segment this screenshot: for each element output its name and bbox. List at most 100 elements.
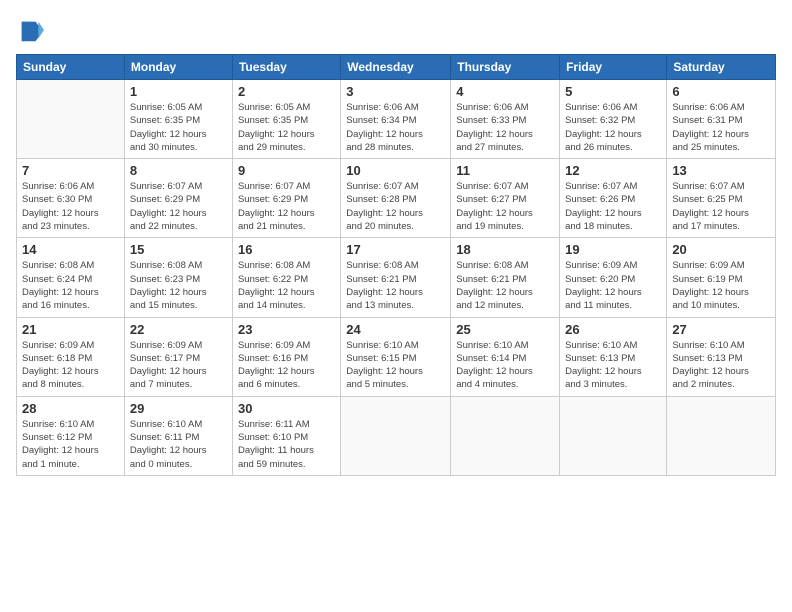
calendar-cell <box>451 396 560 475</box>
logo-icon <box>16 16 44 44</box>
day-info: Sunrise: 6:07 AM Sunset: 6:27 PM Dayligh… <box>456 180 554 233</box>
day-info: Sunrise: 6:09 AM Sunset: 6:19 PM Dayligh… <box>672 259 770 312</box>
calendar-cell: 14 Sunrise: 6:08 AM Sunset: 6:24 PM Dayli… <box>17 238 125 317</box>
day-info: Sunrise: 6:09 AM Sunset: 6:17 PM Dayligh… <box>130 339 227 392</box>
day-number: 27 <box>672 322 770 337</box>
day-info: Sunrise: 6:10 AM Sunset: 6:15 PM Dayligh… <box>346 339 445 392</box>
calendar-cell: 15 Sunrise: 6:08 AM Sunset: 6:23 PM Dayli… <box>124 238 232 317</box>
day-number: 3 <box>346 84 445 99</box>
day-info: Sunrise: 6:07 AM Sunset: 6:28 PM Dayligh… <box>346 180 445 233</box>
calendar-cell: 28 Sunrise: 6:10 AM Sunset: 6:12 PM Dayli… <box>17 396 125 475</box>
calendar: SundayMondayTuesdayWednesdayThursdayFrid… <box>16 54 776 476</box>
calendar-cell: 17 Sunrise: 6:08 AM Sunset: 6:21 PM Dayli… <box>341 238 451 317</box>
day-number: 1 <box>130 84 227 99</box>
calendar-cell: 6 Sunrise: 6:06 AM Sunset: 6:31 PM Daylig… <box>667 80 776 159</box>
day-number: 9 <box>238 163 335 178</box>
col-header-friday: Friday <box>560 55 667 80</box>
day-info: Sunrise: 6:07 AM Sunset: 6:25 PM Dayligh… <box>672 180 770 233</box>
logo <box>16 16 46 44</box>
day-info: Sunrise: 6:09 AM Sunset: 6:16 PM Dayligh… <box>238 339 335 392</box>
col-header-saturday: Saturday <box>667 55 776 80</box>
calendar-cell: 21 Sunrise: 6:09 AM Sunset: 6:18 PM Dayli… <box>17 317 125 396</box>
day-number: 4 <box>456 84 554 99</box>
calendar-cell: 25 Sunrise: 6:10 AM Sunset: 6:14 PM Dayli… <box>451 317 560 396</box>
calendar-cell <box>17 80 125 159</box>
calendar-cell <box>667 396 776 475</box>
day-info: Sunrise: 6:07 AM Sunset: 6:29 PM Dayligh… <box>238 180 335 233</box>
day-number: 14 <box>22 242 119 257</box>
day-number: 5 <box>565 84 661 99</box>
calendar-cell: 5Sunrise: 6:06 AM Sunset: 6:32 PM Daylig… <box>560 80 667 159</box>
day-info: Sunrise: 6:10 AM Sunset: 6:14 PM Dayligh… <box>456 339 554 392</box>
day-info: Sunrise: 6:08 AM Sunset: 6:23 PM Dayligh… <box>130 259 227 312</box>
day-number: 26 <box>565 322 661 337</box>
calendar-cell <box>560 396 667 475</box>
calendar-week-row: 28 Sunrise: 6:10 AM Sunset: 6:12 PM Dayli… <box>17 396 776 475</box>
day-number: 8 <box>130 163 227 178</box>
day-info: Sunrise: 6:08 AM Sunset: 6:24 PM Dayligh… <box>22 259 119 312</box>
calendar-cell: 2 Sunrise: 6:05 AM Sunset: 6:35 PM Daylig… <box>232 80 340 159</box>
calendar-cell: 20 Sunrise: 6:09 AM Sunset: 6:19 PM Dayli… <box>667 238 776 317</box>
day-number: 6 <box>672 84 770 99</box>
day-info: Sunrise: 6:07 AM Sunset: 6:29 PM Dayligh… <box>130 180 227 233</box>
calendar-cell <box>341 396 451 475</box>
calendar-cell: 8 Sunrise: 6:07 AM Sunset: 6:29 PM Daylig… <box>124 159 232 238</box>
day-info: Sunrise: 6:08 AM Sunset: 6:21 PM Dayligh… <box>346 259 445 312</box>
day-number: 12 <box>565 163 661 178</box>
day-number: 18 <box>456 242 554 257</box>
day-info: Sunrise: 6:10 AM Sunset: 6:12 PM Dayligh… <box>22 418 119 471</box>
calendar-cell: 23 Sunrise: 6:09 AM Sunset: 6:16 PM Dayli… <box>232 317 340 396</box>
calendar-cell: 1Sunrise: 6:05 AM Sunset: 6:35 PM Daylig… <box>124 80 232 159</box>
day-number: 28 <box>22 401 119 416</box>
day-number: 7 <box>22 163 119 178</box>
col-header-sunday: Sunday <box>17 55 125 80</box>
day-number: 17 <box>346 242 445 257</box>
day-info: Sunrise: 6:08 AM Sunset: 6:21 PM Dayligh… <box>456 259 554 312</box>
day-info: Sunrise: 6:06 AM Sunset: 6:31 PM Dayligh… <box>672 101 770 154</box>
day-number: 15 <box>130 242 227 257</box>
calendar-cell: 24Sunrise: 6:10 AM Sunset: 6:15 PM Dayli… <box>341 317 451 396</box>
page: SundayMondayTuesdayWednesdayThursdayFrid… <box>0 0 792 612</box>
day-number: 16 <box>238 242 335 257</box>
calendar-week-row: 1 Sunrise: 6:05 AM Sunset: 6:35 PM Daylig… <box>17 80 776 159</box>
calendar-cell: 3 Sunrise: 6:06 AM Sunset: 6:34 PM Daylig… <box>341 80 451 159</box>
calendar-header-row: SundayMondayTuesdayWednesdayThursdayFrid… <box>17 55 776 80</box>
col-header-monday: Monday <box>124 55 232 80</box>
day-info: Sunrise: 6:11 AM Sunset: 6:10 PM Dayligh… <box>238 418 335 471</box>
day-info: Sunrise: 6:06 AM Sunset: 6:34 PM Dayligh… <box>346 101 445 154</box>
col-header-tuesday: Tuesday <box>232 55 340 80</box>
calendar-cell: 26Sunrise: 6:10 AM Sunset: 6:13 PM Dayli… <box>560 317 667 396</box>
calendar-cell: 13 Sunrise: 6:07 AM Sunset: 6:25 PM Dayli… <box>667 159 776 238</box>
day-info: Sunrise: 6:10 AM Sunset: 6:11 PM Dayligh… <box>130 418 227 471</box>
day-number: 23 <box>238 322 335 337</box>
calendar-week-row: 7Sunrise: 6:06 AM Sunset: 6:30 PM Daylig… <box>17 159 776 238</box>
day-number: 2 <box>238 84 335 99</box>
col-header-wednesday: Wednesday <box>341 55 451 80</box>
header <box>16 16 776 44</box>
calendar-cell: 10 Sunrise: 6:07 AM Sunset: 6:28 PM Dayli… <box>341 159 451 238</box>
calendar-week-row: 21 Sunrise: 6:09 AM Sunset: 6:18 PM Dayli… <box>17 317 776 396</box>
calendar-cell: 9 Sunrise: 6:07 AM Sunset: 6:29 PM Daylig… <box>232 159 340 238</box>
day-info: Sunrise: 6:05 AM Sunset: 6:35 PM Dayligh… <box>238 101 335 154</box>
calendar-cell: 27 Sunrise: 6:10 AM Sunset: 6:13 PM Dayli… <box>667 317 776 396</box>
day-info: Sunrise: 6:07 AM Sunset: 6:26 PM Dayligh… <box>565 180 661 233</box>
col-header-thursday: Thursday <box>451 55 560 80</box>
calendar-cell: 16 Sunrise: 6:08 AM Sunset: 6:22 PM Dayli… <box>232 238 340 317</box>
day-info: Sunrise: 6:10 AM Sunset: 6:13 PM Dayligh… <box>672 339 770 392</box>
day-number: 21 <box>22 322 119 337</box>
calendar-cell: 7Sunrise: 6:06 AM Sunset: 6:30 PM Daylig… <box>17 159 125 238</box>
day-info: Sunrise: 6:06 AM Sunset: 6:33 PM Dayligh… <box>456 101 554 154</box>
day-number: 13 <box>672 163 770 178</box>
day-info: Sunrise: 6:09 AM Sunset: 6:18 PM Dayligh… <box>22 339 119 392</box>
day-info: Sunrise: 6:09 AM Sunset: 6:20 PM Dayligh… <box>565 259 661 312</box>
calendar-cell: 12 Sunrise: 6:07 AM Sunset: 6:26 PM Dayli… <box>560 159 667 238</box>
calendar-cell: 18 Sunrise: 6:08 AM Sunset: 6:21 PM Dayli… <box>451 238 560 317</box>
day-number: 30 <box>238 401 335 416</box>
day-info: Sunrise: 6:08 AM Sunset: 6:22 PM Dayligh… <box>238 259 335 312</box>
day-number: 10 <box>346 163 445 178</box>
day-number: 25 <box>456 322 554 337</box>
calendar-cell: 22Sunrise: 6:09 AM Sunset: 6:17 PM Dayli… <box>124 317 232 396</box>
day-number: 11 <box>456 163 554 178</box>
day-number: 20 <box>672 242 770 257</box>
day-number: 29 <box>130 401 227 416</box>
